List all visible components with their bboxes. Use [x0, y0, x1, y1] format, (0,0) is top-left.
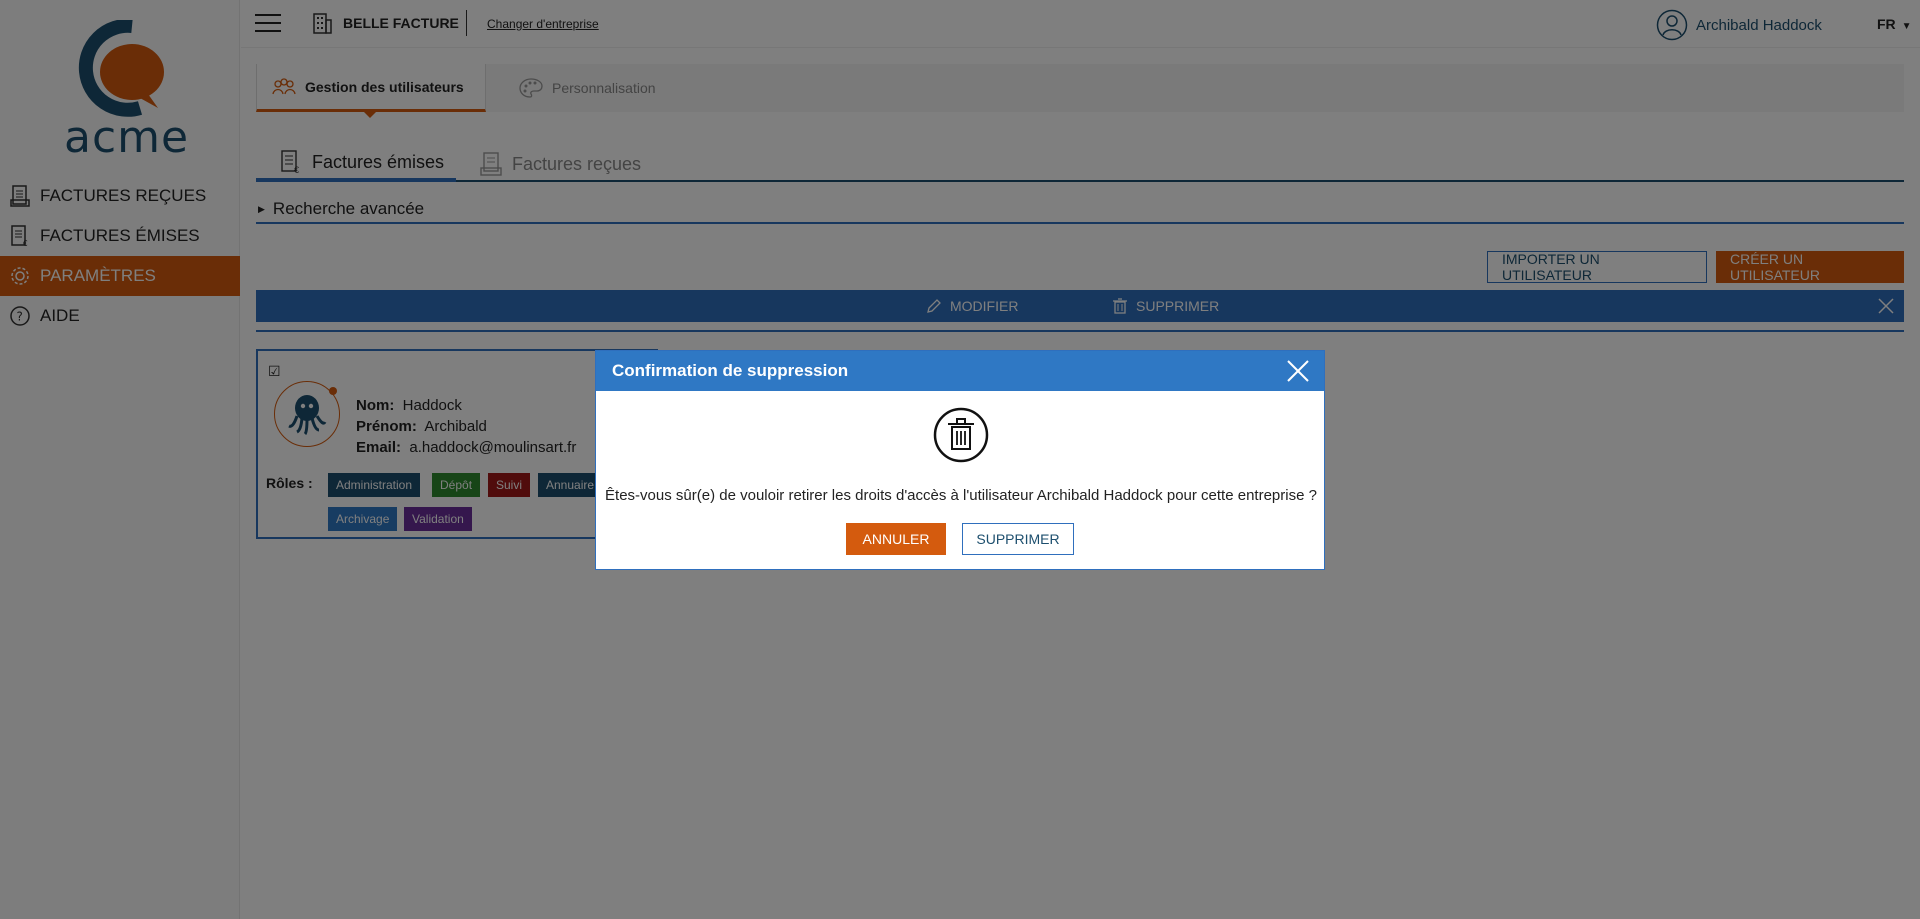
dialog-header: Confirmation de suppression: [596, 351, 1324, 391]
dialog-message: Êtes-vous sûr(e) de vouloir retirer les …: [605, 487, 1317, 504]
confirm-delete-button[interactable]: SUPPRIMER: [962, 523, 1074, 555]
trash-icon: [933, 407, 989, 463]
delete-confirmation-dialog: Confirmation de suppression Êtes-vous sû…: [595, 350, 1325, 570]
cancel-button[interactable]: ANNULER: [846, 523, 946, 555]
close-icon[interactable]: [1286, 359, 1310, 383]
dialog-title: Confirmation de suppression: [612, 361, 849, 380]
